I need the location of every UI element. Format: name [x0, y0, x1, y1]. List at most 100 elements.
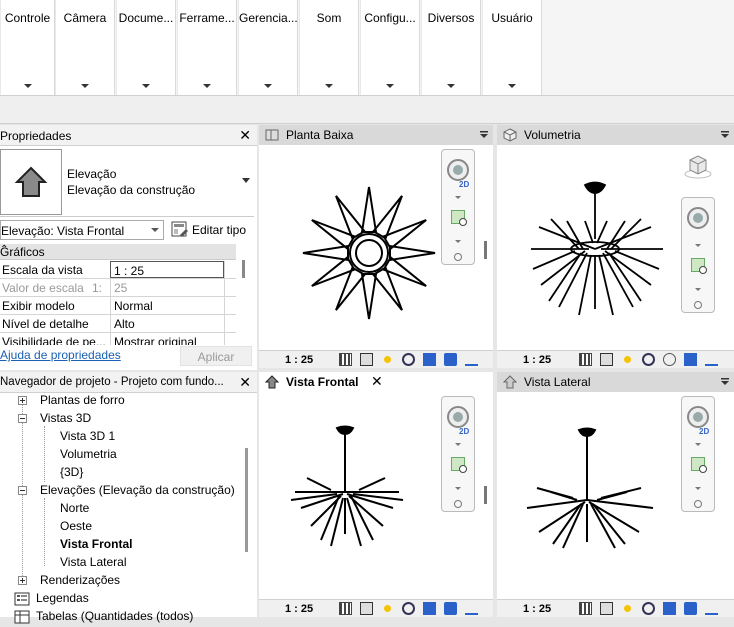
close-icon[interactable]: ✕ — [371, 373, 383, 390]
chevron-down-icon[interactable] — [455, 240, 461, 243]
zoom-region-icon[interactable] — [691, 457, 707, 473]
tree-item-vista-3d-1[interactable]: Vista 3D 1 — [60, 429, 115, 443]
detail-level-icon[interactable] — [579, 353, 592, 366]
tree-item-plantas-de-forro[interactable]: Plantas de forro — [40, 393, 125, 407]
zoom-region-icon[interactable] — [451, 457, 467, 473]
viewcube-icon[interactable] — [684, 152, 712, 180]
visual-style-icon[interactable] — [600, 602, 613, 615]
collapse-icon[interactable]: ⌃ — [0, 244, 230, 255]
render-icon[interactable] — [663, 353, 676, 366]
chevron-down-icon[interactable] — [455, 487, 461, 490]
steering-wheel-icon[interactable] — [447, 159, 469, 181]
steering-wheel-icon[interactable] — [687, 406, 709, 428]
navigation-bar[interactable]: 2D — [441, 149, 475, 265]
properties-group-header[interactable]: Gráficos ⌃ — [0, 244, 236, 260]
crop-view-icon[interactable] — [423, 602, 436, 615]
chevron-down-icon[interactable] — [695, 288, 701, 291]
view-volumetria[interactable]: Volumetria 1 : 25 — [497, 125, 734, 368]
temporary-hide-icon[interactable] — [465, 602, 478, 615]
view-vista-frontal[interactable]: Vista Frontal ✕ 2D 1 : 25 — [259, 372, 493, 617]
display-model-value[interactable]: Normal — [110, 297, 224, 314]
view-scale[interactable]: 1 : 25 — [285, 354, 313, 366]
shadows-icon[interactable] — [642, 353, 655, 366]
options-icon[interactable] — [694, 301, 702, 309]
tree-item-legendas[interactable]: Legendas — [36, 591, 89, 605]
ribbon-tab-camera[interactable]: Câmera — [55, 0, 115, 95]
ribbon-tab-configuracoes[interactable]: Configu... — [360, 0, 420, 95]
navigation-bar[interactable] — [681, 197, 715, 313]
collapse-icon[interactable] — [18, 486, 27, 495]
view-menu-icon[interactable] — [479, 130, 489, 140]
close-icon[interactable]: ✕ — [239, 127, 251, 143]
expand-icon[interactable] — [18, 396, 27, 405]
sun-path-icon[interactable] — [381, 353, 394, 366]
ribbon-tab-usuario[interactable]: Usuário — [482, 0, 542, 95]
zoom-region-icon[interactable] — [451, 210, 467, 226]
view-tab-vista-frontal[interactable]: Vista Frontal ✕ — [259, 372, 493, 392]
view-menu-icon[interactable] — [720, 130, 730, 140]
close-icon[interactable]: ✕ — [239, 374, 251, 390]
ribbon-tab-gerenciar[interactable]: Gerencia... — [238, 0, 298, 95]
view-vista-lateral[interactable]: Vista Lateral 2D 1 : 25 — [497, 372, 734, 617]
tree-item-vista-frontal[interactable]: Vista Frontal — [60, 537, 132, 551]
view-tab-vista-lateral[interactable]: Vista Lateral — [497, 372, 734, 392]
ribbon-tab-som[interactable]: Som — [299, 0, 359, 95]
chevron-down-icon[interactable] — [695, 244, 701, 247]
collapse-icon[interactable] — [18, 414, 27, 423]
detail-level-value[interactable]: Alto — [110, 315, 224, 332]
ribbon-tab-controle[interactable]: Controle — [0, 0, 55, 95]
chevron-down-icon[interactable] — [695, 443, 701, 446]
options-icon[interactable] — [454, 253, 462, 261]
view-scrollbar[interactable] — [484, 486, 487, 504]
crop-view-icon[interactable] — [684, 353, 697, 366]
chevron-down-icon[interactable] — [695, 487, 701, 490]
temporary-hide-icon[interactable] — [465, 353, 478, 366]
instance-filter-dropdown[interactable]: Elevação: Vista Frontal — [0, 220, 164, 240]
tree-item-elevacoes[interactable]: Elevações (Elevação da construção) — [40, 483, 235, 497]
view-tab-volumetria[interactable]: Volumetria — [497, 125, 734, 145]
view-scale[interactable]: 1 : 25 — [523, 354, 551, 366]
detail-level-icon[interactable] — [339, 602, 352, 615]
show-crop-icon[interactable] — [444, 353, 457, 366]
tree-item-vista-lateral[interactable]: Vista Lateral — [60, 555, 127, 569]
view-menu-icon[interactable] — [720, 377, 730, 387]
view-scale[interactable]: 1 : 25 — [523, 603, 551, 615]
sun-path-icon[interactable] — [621, 353, 634, 366]
temporary-hide-icon[interactable] — [705, 602, 718, 615]
properties-scrollbar[interactable] — [240, 258, 246, 344]
show-crop-icon[interactable] — [444, 602, 457, 615]
properties-help-link[interactable]: Ajuda de propriedades — [0, 348, 121, 362]
steering-wheel-icon[interactable] — [687, 207, 709, 229]
shadows-icon[interactable] — [642, 602, 655, 615]
tree-item-oeste[interactable]: Oeste — [60, 519, 92, 533]
sun-path-icon[interactable] — [621, 602, 634, 615]
tree-item-tabelas[interactable]: Tabelas (Quantidades (todos) — [36, 609, 193, 623]
expand-icon[interactable] — [18, 576, 27, 585]
visual-style-icon[interactable] — [360, 353, 373, 366]
ribbon-tab-diversos[interactable]: Diversos — [421, 0, 481, 95]
crop-view-icon[interactable] — [663, 602, 676, 615]
navigation-bar[interactable]: 2D — [681, 396, 715, 512]
view-scale[interactable]: 1 : 25 — [285, 603, 313, 615]
view-tab-planta-baixa[interactable]: Planta Baixa — [259, 125, 493, 145]
detail-level-icon[interactable] — [579, 602, 592, 615]
tree-item-volumetria[interactable]: Volumetria — [60, 447, 117, 461]
apply-button[interactable]: Aplicar — [180, 346, 252, 366]
shadows-icon[interactable] — [402, 353, 415, 366]
tree-item-norte[interactable]: Norte — [60, 501, 89, 515]
view-scrollbar[interactable] — [484, 241, 487, 259]
options-icon[interactable] — [454, 500, 462, 508]
navigation-bar[interactable]: 2D — [441, 396, 475, 512]
tree-item-renderizacoes[interactable]: Renderizações — [40, 573, 120, 587]
visual-style-icon[interactable] — [600, 353, 613, 366]
view-planta-baixa[interactable]: Planta Baixa 2D 1 : 25 — [259, 125, 493, 368]
project-browser-scrollbar[interactable] — [245, 448, 248, 552]
ribbon-tab-documentacao[interactable]: Docume... — [116, 0, 176, 95]
type-selector[interactable]: Elevação Elevação da construção — [0, 147, 254, 217]
detail-level-icon[interactable] — [339, 353, 352, 366]
edit-type-button[interactable]: Editar tipo — [169, 220, 251, 240]
tree-item-vistas-3d[interactable]: Vistas 3D — [40, 411, 91, 425]
sun-path-icon[interactable] — [381, 602, 394, 615]
show-crop-icon[interactable] — [684, 602, 697, 615]
options-icon[interactable] — [694, 500, 702, 508]
